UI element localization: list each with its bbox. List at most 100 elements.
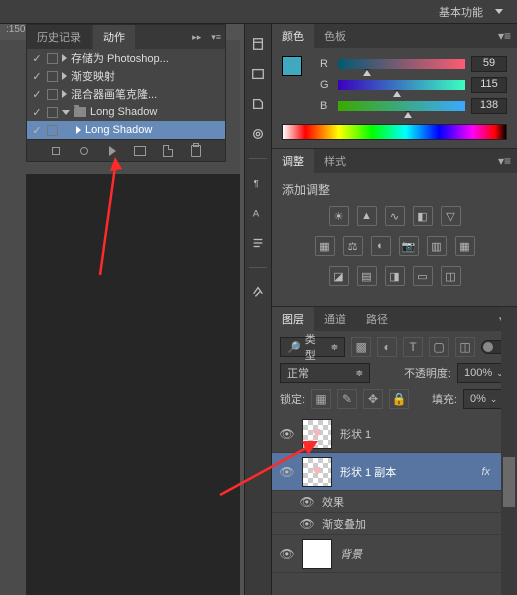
layer-thumbnail[interactable]: ♥ [302, 457, 332, 487]
action-dialog-toggle[interactable] [47, 71, 58, 82]
lock-pixels-icon[interactable]: ✎ [337, 389, 357, 409]
layers-scrollbar[interactable] [501, 307, 517, 595]
workspace-switcher-label[interactable]: 基本功能 [439, 4, 483, 20]
visibility-toggle-icon[interactable]: 👁 [280, 547, 294, 561]
color-spectrum-bar[interactable] [282, 124, 507, 140]
new-set-button[interactable] [133, 144, 147, 158]
stop-recording-button[interactable] [49, 144, 63, 158]
action-dialog-toggle[interactable] [47, 89, 58, 100]
exposure-icon[interactable]: ◧ [413, 206, 433, 226]
action-checkmark-icon[interactable]: ✓ [31, 70, 43, 82]
gradient-map-icon[interactable]: ▭ [413, 266, 433, 286]
workspace-dropdown-icon[interactable] [495, 9, 503, 14]
action-dialog-toggle[interactable] [47, 53, 58, 64]
layer-thumbnail[interactable]: ♥ [302, 419, 332, 449]
black-white-icon[interactable]: ◐ [371, 236, 391, 256]
layer-thumbnail[interactable] [302, 539, 332, 569]
action-set-row[interactable]: ✓ Long Shadow [27, 103, 225, 121]
visibility-toggle-icon[interactable]: 👁 [300, 517, 314, 531]
panel-collapse-icon[interactable]: ▸▸ [188, 32, 205, 43]
selective-color-icon[interactable]: ◫ [441, 266, 461, 286]
tab-history[interactable]: 历史记录 [27, 25, 91, 49]
foreground-color-swatch[interactable] [282, 56, 302, 76]
dock-tool-icon[interactable] [248, 124, 268, 144]
panel-menu-icon[interactable]: ▾≡ [207, 32, 225, 43]
lock-transparency-icon[interactable]: ▦ [311, 389, 331, 409]
lock-position-icon[interactable]: ✥ [363, 389, 383, 409]
layer-effects-header[interactable]: 👁 效果 [272, 491, 517, 513]
tab-swatches[interactable]: 色板 [314, 24, 356, 48]
dock-tool-icon[interactable] [248, 282, 268, 302]
filter-smartobject-icon[interactable]: ◫ [455, 337, 475, 357]
play-action-button[interactable] [105, 144, 119, 158]
collapse-icon[interactable] [62, 110, 70, 115]
delete-button[interactable] [189, 144, 203, 158]
action-dialog-toggle[interactable] [47, 107, 58, 118]
layer-filter-type-dropdown[interactable]: 🔎类型≑ [280, 337, 345, 357]
layer-row[interactable]: 👁 ♥ 形状 1 [272, 415, 517, 453]
filter-pixel-icon[interactable]: ▩ [351, 337, 371, 357]
color-lookup-icon[interactable]: ▦ [455, 236, 475, 256]
expand-icon[interactable] [62, 90, 67, 98]
layer-effect-item[interactable]: 👁 渐变叠加 [272, 513, 517, 535]
new-action-button[interactable] [161, 144, 175, 158]
posterize-icon[interactable]: ▤ [357, 266, 377, 286]
dock-tool-icon[interactable] [248, 233, 268, 253]
foreground-background-swatches[interactable] [282, 56, 310, 84]
red-slider[interactable] [338, 59, 465, 69]
tab-paths[interactable]: 路径 [356, 307, 398, 331]
action-checkmark-icon[interactable]: ✓ [31, 124, 43, 136]
action-checkmark-icon[interactable]: ✓ [31, 88, 43, 100]
lock-all-icon[interactable]: 🔒 [389, 389, 409, 409]
threshold-icon[interactable]: ◨ [385, 266, 405, 286]
blue-value-input[interactable]: 138 [471, 98, 507, 114]
action-checkmark-icon[interactable]: ✓ [31, 106, 43, 118]
visibility-toggle-icon[interactable]: 👁 [280, 465, 294, 479]
filter-type-icon[interactable]: T [403, 337, 423, 357]
photo-filter-icon[interactable]: 📷 [399, 236, 419, 256]
visibility-toggle-icon[interactable]: 👁 [300, 495, 314, 509]
begin-recording-button[interactable] [77, 144, 91, 158]
filter-adjustment-icon[interactable]: ◐ [377, 337, 397, 357]
filter-shape-icon[interactable]: ▢ [429, 337, 449, 357]
red-value-input[interactable]: 59 [471, 56, 507, 72]
action-dialog-toggle[interactable] [47, 125, 58, 136]
hue-saturation-icon[interactable]: ▦ [315, 236, 335, 256]
tab-color[interactable]: 颜色 [272, 24, 314, 48]
dock-tool-icon[interactable] [248, 64, 268, 84]
green-slider[interactable] [338, 80, 465, 90]
tab-styles[interactable]: 样式 [314, 149, 356, 173]
tab-channels[interactable]: 通道 [314, 307, 356, 331]
action-checkmark-icon[interactable]: ✓ [31, 52, 43, 64]
tab-actions[interactable]: 动作 [93, 25, 135, 49]
tab-adjustments[interactable]: 调整 [272, 149, 314, 173]
layer-fx-badge[interactable]: fx [481, 466, 492, 478]
layer-row[interactable]: 👁 背景 [272, 535, 517, 573]
layer-name[interactable]: 背景 [340, 546, 362, 562]
dock-tool-icon[interactable] [248, 34, 268, 54]
layer-name[interactable]: 形状 1 [340, 426, 371, 442]
dock-tool-icon[interactable]: ¶ [248, 173, 268, 193]
blend-mode-dropdown[interactable]: 正常≑ [280, 363, 370, 383]
tab-layers[interactable]: 图层 [272, 307, 314, 331]
expand-icon[interactable] [62, 72, 67, 80]
layer-row-selected[interactable]: 👁 ♥ 形状 1 副本 fx [272, 453, 517, 491]
action-row[interactable]: ✓ 混合器画笔克隆... [27, 85, 225, 103]
invert-icon[interactable]: ◪ [329, 266, 349, 286]
dock-tool-icon[interactable]: A [248, 203, 268, 223]
action-row[interactable]: ✓ 存储为 Photoshop... [27, 49, 225, 67]
vibrance-icon[interactable]: ▽ [441, 206, 461, 226]
levels-icon[interactable]: ▲ [357, 206, 377, 226]
green-value-input[interactable]: 115 [471, 77, 507, 93]
channel-mixer-icon[interactable]: ▥ [427, 236, 447, 256]
color-balance-icon[interactable]: ⚖ [343, 236, 363, 256]
action-row-selected[interactable]: ✓ Long Shadow [27, 121, 225, 139]
expand-icon[interactable] [76, 126, 81, 134]
curves-icon[interactable]: ∿ [385, 206, 405, 226]
layer-name[interactable]: 形状 1 副本 [340, 464, 396, 480]
action-row[interactable]: ✓ 渐变映射 [27, 67, 225, 85]
expand-icon[interactable] [62, 54, 67, 62]
blue-slider[interactable] [338, 101, 465, 111]
panel-menu-icon[interactable]: ▾≡ [498, 29, 517, 43]
panel-menu-icon[interactable]: ▾≡ [498, 154, 517, 168]
